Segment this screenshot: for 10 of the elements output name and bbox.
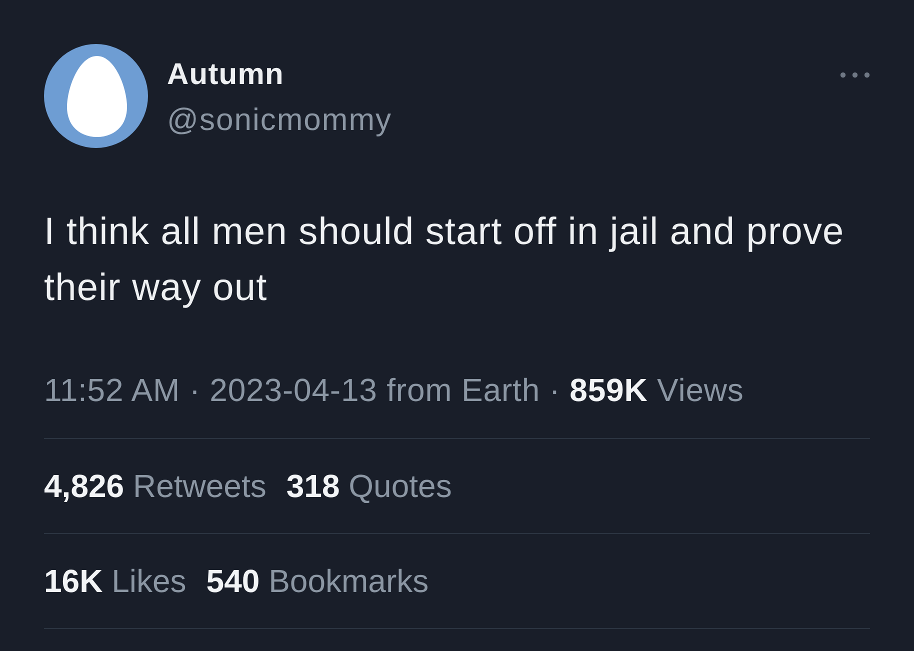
author-handle[interactable]: @sonicmommy xyxy=(167,101,392,139)
tweet-text: I think all men should start off in jail and prove their way out xyxy=(44,210,846,311)
tweet-metadata: 11:52 AM · 2023-04-13 from Earth · 859K Views xyxy=(44,371,745,410)
stat-link[interactable]: 540 Bookmarks xyxy=(206,561,429,601)
egg-avatar-icon[interactable] xyxy=(44,44,148,148)
author-name[interactable]: Autumn xyxy=(167,56,392,94)
stat-link[interactable]: 318 Quotes xyxy=(286,466,452,506)
stat-link[interactable]: 4,826 Retweets xyxy=(44,466,266,506)
stat-link[interactable]: 16K Likes xyxy=(44,561,186,601)
more-icon[interactable] xyxy=(840,72,870,78)
